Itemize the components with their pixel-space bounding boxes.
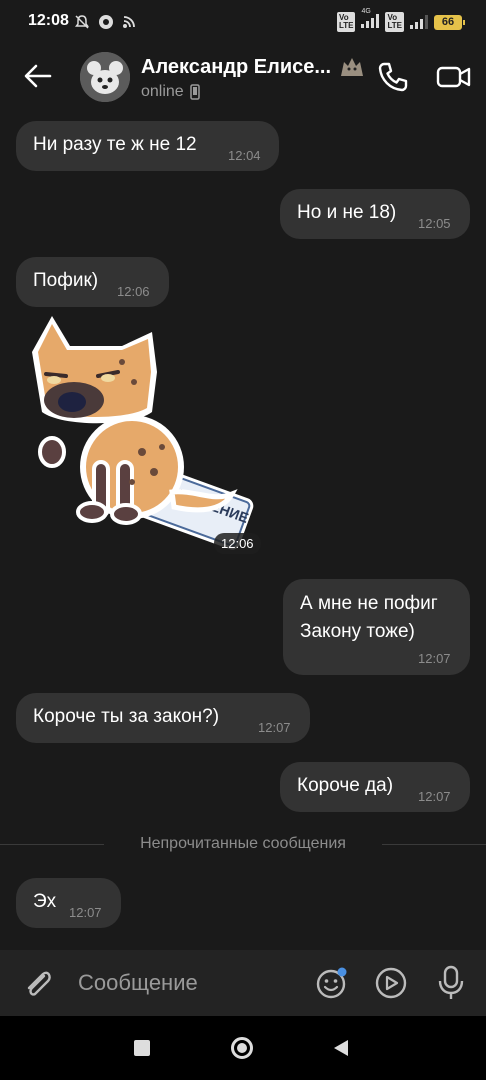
message-incoming[interactable]: Эх 12:07 [16, 878, 121, 928]
message-incoming[interactable]: Короче ты за закон?) 12:07 [16, 693, 310, 743]
message-text-line2: Закону тоже) [300, 621, 415, 642]
divider-line [382, 844, 486, 845]
message-input[interactable]: Сообщение [78, 970, 198, 996]
message-time: 12:06 [117, 284, 150, 299]
message-outgoing[interactable]: Но и не 18) 12:05 [280, 189, 470, 239]
message-text: Короче ты за закон?) [33, 706, 220, 727]
phone-icon[interactable] [376, 60, 410, 94]
message-text: Но и не 18) [297, 202, 397, 223]
signal-icon [410, 15, 428, 29]
message-text-line1: А мне не пофиг [300, 593, 438, 614]
bell-muted-icon [75, 15, 89, 29]
message-time: 12:07 [418, 789, 451, 804]
chat-app-icon [99, 15, 113, 29]
android-nav-bar [0, 1016, 486, 1080]
message-outgoing[interactable]: А мне не пофиг Закону тоже) 12:07 [283, 579, 470, 675]
recents-button[interactable] [134, 1040, 150, 1056]
message-time: 12:05 [418, 216, 451, 231]
mobile-device-icon [189, 84, 200, 100]
unread-divider: Непрочитанные сообщения [0, 830, 486, 858]
volte-icon: Vo LTE [336, 12, 356, 32]
message-text: Эх [33, 891, 57, 912]
video-camera-icon[interactable] [436, 62, 472, 92]
wolf-emoji-icon [341, 58, 363, 76]
message-incoming[interactable]: Ни разу те ж не 12 12:04 [16, 121, 279, 171]
back-arrow-icon[interactable] [22, 60, 54, 92]
message-time: 12:04 [228, 148, 261, 163]
status-time: 12:08 [28, 12, 69, 29]
status-right-icons: Vo LTE 4G Vo LTE 66 [336, 8, 465, 32]
chat-header: Александр Елисе... online [0, 44, 486, 110]
message-outgoing[interactable]: Короче да) 12:07 [280, 762, 470, 812]
message-text: Короче да) [297, 775, 394, 796]
hyena-sticker[interactable]: ЧУЖОЕ МНЕНИЕ [22, 312, 262, 552]
home-button[interactable] [231, 1037, 253, 1059]
smiley-icon[interactable] [315, 966, 349, 1000]
microphone-icon[interactable] [437, 964, 465, 1002]
status-bar: 12:08 Vo LTE 4G Vo LTE 66 [0, 0, 486, 44]
battery-icon: 66 [434, 14, 465, 30]
message-text: Пофик) [33, 270, 99, 291]
paperclip-icon[interactable] [22, 966, 54, 1000]
message-time: 12:07 [418, 651, 451, 666]
network-type-label: 4G [361, 8, 371, 15]
signal-4g-icon: 4G [361, 8, 380, 30]
sticker-time: 12:06 [214, 533, 261, 554]
message-time: 12:07 [258, 720, 291, 735]
message-incoming[interactable]: Пофик) 12:06 [16, 257, 169, 307]
contact-name[interactable]: Александр Елисе... [141, 56, 331, 79]
message-time: 12:07 [69, 905, 102, 920]
system-back-button[interactable] [334, 1040, 348, 1056]
message-text: Ни разу те ж не 12 [33, 134, 197, 155]
online-status-text: online [141, 83, 184, 100]
contact-status: online [141, 83, 200, 101]
contact-avatar[interactable] [80, 52, 130, 102]
volte-icon-2: Vo LTE [385, 12, 404, 32]
status-notification-icons [74, 14, 136, 30]
play-circle-icon[interactable] [374, 966, 408, 1000]
message-composer: Сообщение [0, 950, 486, 1016]
rss-icon [123, 16, 135, 28]
